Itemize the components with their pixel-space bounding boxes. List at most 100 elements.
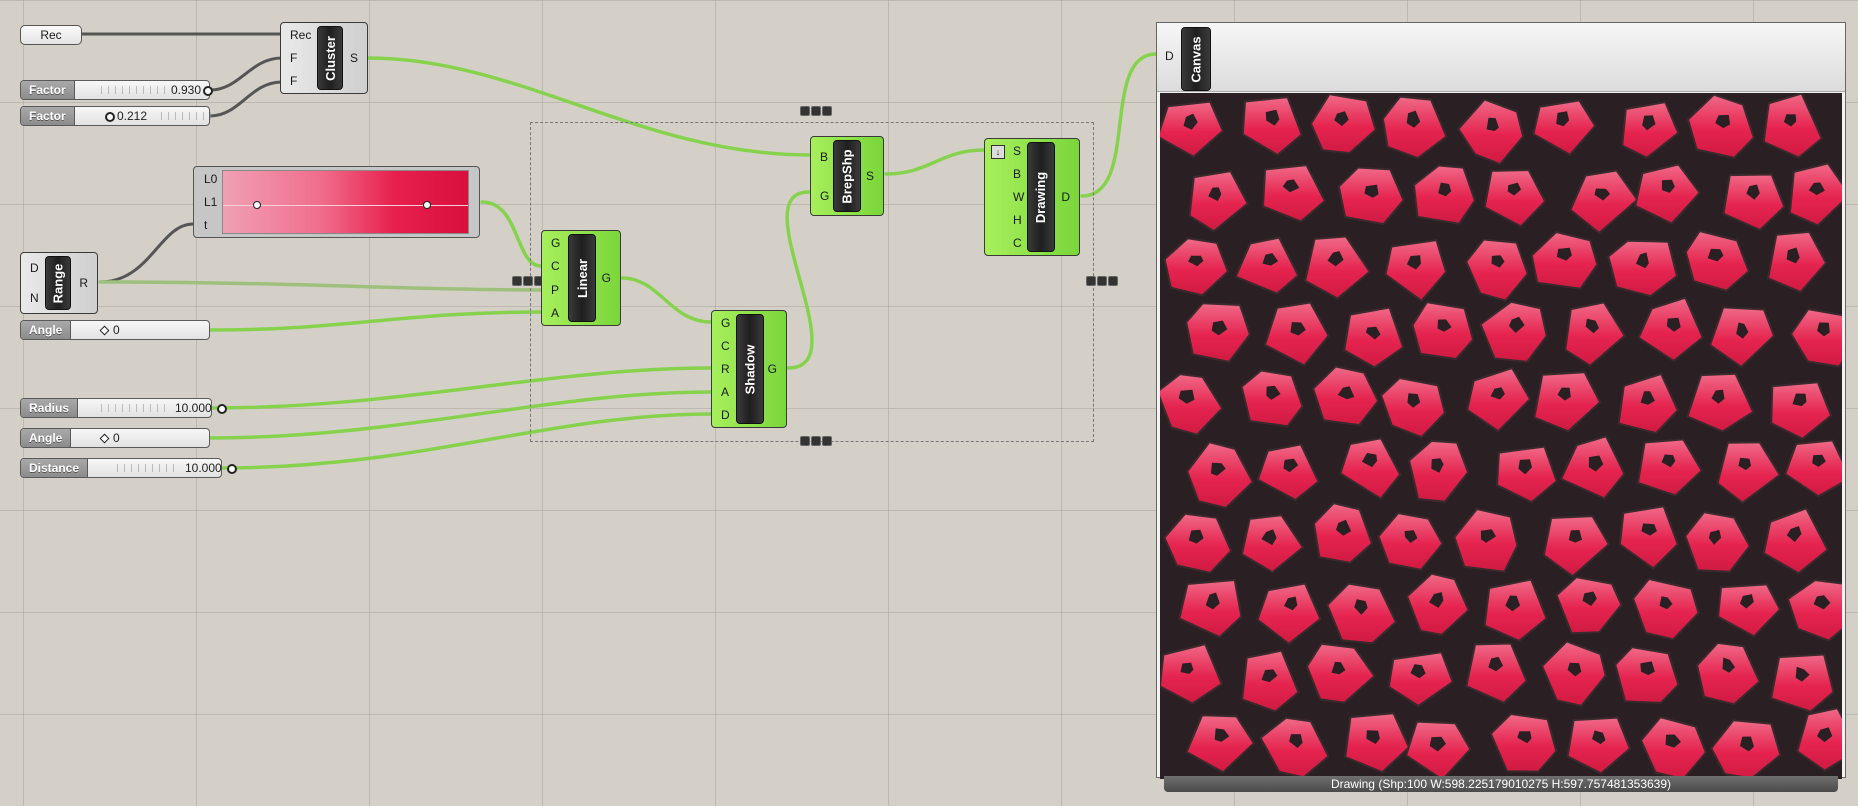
linear-component[interactable]: G C P A Linear G	[541, 230, 621, 326]
cluster-component[interactable]: Rec F F Cluster S	[280, 22, 368, 94]
voronoi-cell	[1160, 373, 1224, 436]
slider-grip[interactable]	[99, 325, 110, 336]
voronoi-cell	[1185, 714, 1256, 774]
cluster-output-s[interactable]: S	[350, 51, 358, 65]
linear-input-c[interactable]: C	[551, 259, 560, 273]
drawing-preview	[1160, 93, 1842, 779]
angle-value-2: 0	[113, 431, 120, 445]
voronoi-cell	[1607, 239, 1679, 298]
group-handle-bottom[interactable]	[800, 436, 832, 446]
radius-slider[interactable]: Radius 10.000	[20, 398, 227, 418]
rec-label: Rec	[40, 28, 62, 42]
drawing-component[interactable]: ↓ S B W H C Drawing D	[984, 138, 1080, 256]
drawing-input-s[interactable]: S	[1013, 144, 1024, 158]
voronoi-cell	[1465, 642, 1528, 704]
voronoi-cell	[1489, 712, 1558, 773]
voronoi-cell	[1614, 646, 1680, 704]
range-input-n[interactable]: N	[30, 291, 39, 305]
canvas-component[interactable]: D Canvas	[1156, 22, 1846, 779]
range-core[interactable]: Range	[45, 256, 71, 310]
angle-slider-2[interactable]: Angle 0	[20, 428, 210, 448]
shadow-input-r[interactable]: R	[721, 362, 730, 376]
slider-grip[interactable]	[227, 464, 237, 474]
range-input-d[interactable]: D	[30, 261, 39, 275]
factor-value-1: 0.930	[171, 83, 202, 97]
gradient-input-t[interactable]: t	[204, 218, 222, 232]
drawing-input-c[interactable]: C	[1013, 236, 1024, 250]
slider-grip[interactable]	[203, 86, 213, 96]
cluster-input-f1[interactable]: F	[290, 51, 311, 65]
canvas-input-d[interactable]: D	[1165, 49, 1174, 63]
linear-input-p[interactable]: P	[551, 283, 560, 297]
factor-slider-2[interactable]: Factor 0.212	[20, 106, 211, 126]
shadow-input-a[interactable]: A	[721, 385, 730, 399]
drawing-input-w[interactable]: W	[1013, 190, 1024, 204]
distance-slider[interactable]: Distance 10.000	[20, 458, 237, 478]
drawing-output-d[interactable]: D	[1061, 190, 1070, 204]
voronoi-cell	[1261, 164, 1327, 223]
voronoi-cell	[1259, 716, 1330, 779]
range-output-r[interactable]: R	[79, 276, 88, 290]
group-handle-right[interactable]	[1086, 276, 1118, 286]
cluster-core[interactable]: Cluster	[317, 26, 343, 90]
gradient-grip[interactable]	[423, 201, 431, 209]
drawing-core[interactable]: Drawing	[1027, 142, 1055, 252]
brepshp-input-b[interactable]: B	[820, 150, 829, 164]
shadow-output-g[interactable]: G	[768, 362, 777, 376]
voronoi-cell	[1256, 443, 1320, 502]
range-component[interactable]: D N Range R	[20, 252, 98, 314]
gradient-component[interactable]: L0 L1 t	[193, 166, 480, 238]
rec-panel[interactable]: Rec	[20, 25, 82, 45]
distance-value: 10.000	[185, 461, 222, 475]
shadow-input-g[interactable]: G	[721, 316, 730, 330]
brepshp-input-g[interactable]: G	[820, 189, 829, 203]
slider-grip[interactable]	[217, 404, 227, 414]
voronoi-cell	[1631, 577, 1700, 641]
group-handle-left[interactable]	[512, 276, 544, 286]
slider-grip[interactable]	[99, 433, 110, 444]
shadow-core[interactable]: Shadow	[736, 314, 764, 424]
factor-slider-1[interactable]: Factor 0.930	[20, 80, 213, 100]
voronoi-cell	[1555, 576, 1623, 635]
wire	[98, 222, 195, 284]
voronoi-cell	[1786, 579, 1842, 642]
voronoi-cell	[1717, 583, 1782, 638]
voronoi-cell	[1789, 308, 1842, 368]
voronoi-cell	[1381, 95, 1448, 160]
voronoi-cell	[1387, 651, 1455, 708]
drawing-input-b[interactable]: B	[1013, 167, 1024, 181]
gradient-grip[interactable]	[253, 201, 261, 209]
linear-input-g[interactable]: G	[551, 236, 560, 250]
brepshp-component[interactable]: B G BrepShp S	[810, 136, 884, 216]
linear-input-a[interactable]: A	[551, 306, 560, 320]
angle-slider-1[interactable]: Angle 0	[20, 320, 210, 340]
brepshp-output-s[interactable]: S	[866, 169, 874, 183]
linear-core[interactable]: Linear	[568, 234, 596, 322]
linear-output-g[interactable]: G	[602, 271, 611, 285]
canvas-core[interactable]: Canvas	[1181, 27, 1211, 91]
factor-value-2: 0.212	[117, 109, 148, 123]
voronoi-cell	[1618, 505, 1679, 570]
canvas-header[interactable]: D Canvas	[1157, 23, 1845, 92]
voronoi-cell	[1457, 98, 1525, 166]
cluster-input-rec[interactable]: Rec	[290, 28, 311, 42]
brepshp-core[interactable]: BrepShp	[833, 140, 861, 212]
voronoi-cell	[1532, 99, 1597, 156]
cluster-title: Cluster	[322, 35, 338, 81]
voronoi-cell	[1160, 642, 1224, 705]
gradient-input-l0[interactable]: L0	[204, 172, 222, 186]
shadow-input-d[interactable]: D	[721, 408, 730, 422]
voronoi-cell	[1636, 438, 1703, 497]
group-handle-top[interactable]	[800, 106, 832, 116]
gradient-swatch[interactable]	[222, 170, 469, 234]
voronoi-cell	[1384, 238, 1448, 303]
voronoi-cell	[1303, 235, 1372, 300]
shadow-component[interactable]: G C R A D Shadow G	[711, 310, 787, 428]
voronoi-cell	[1495, 445, 1558, 504]
gradient-input-l1[interactable]: L1	[204, 195, 222, 209]
canvas-title: Canvas	[1188, 35, 1204, 83]
shadow-input-c[interactable]: C	[721, 339, 730, 353]
cluster-input-f2[interactable]: F	[290, 74, 311, 88]
slider-grip[interactable]	[105, 112, 115, 122]
drawing-input-h[interactable]: H	[1013, 213, 1024, 227]
